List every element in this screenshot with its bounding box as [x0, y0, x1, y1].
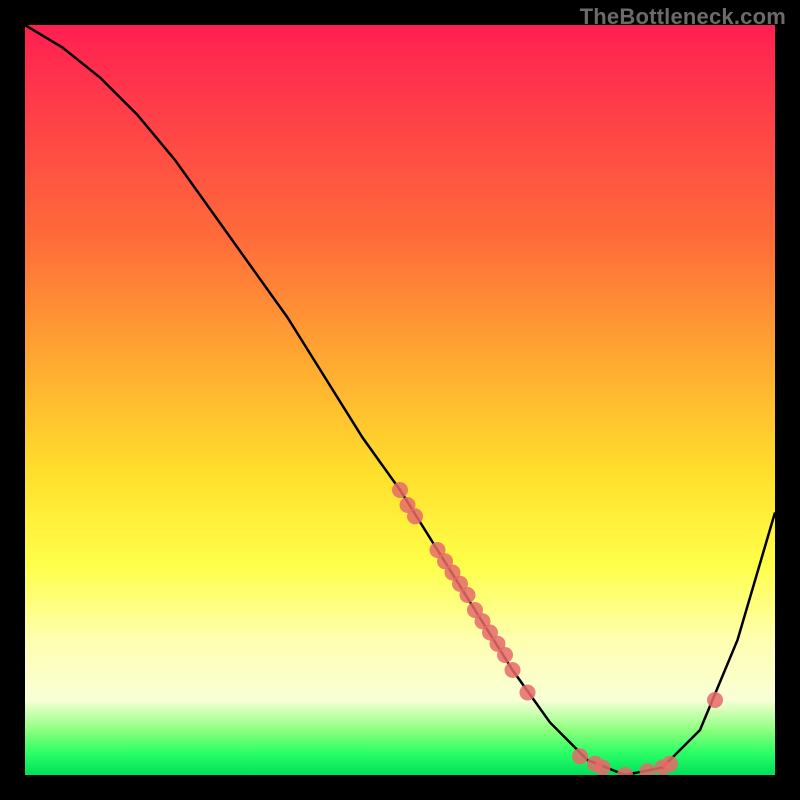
curve-line	[25, 25, 775, 775]
data-marker	[460, 587, 476, 603]
data-marker	[407, 508, 423, 524]
data-marker	[662, 756, 678, 772]
watermark-text: TheBottleneck.com	[580, 4, 786, 30]
data-marker	[520, 685, 536, 701]
chart-container: TheBottleneck.com	[0, 0, 800, 800]
plot-area	[25, 25, 775, 775]
data-marker	[595, 760, 611, 776]
data-marker	[707, 692, 723, 708]
data-marker	[497, 647, 513, 663]
chart-svg	[25, 25, 775, 775]
data-marker	[505, 662, 521, 678]
data-marker	[640, 763, 656, 775]
data-marker	[572, 748, 588, 764]
data-marker	[392, 482, 408, 498]
data-marker	[617, 767, 633, 775]
